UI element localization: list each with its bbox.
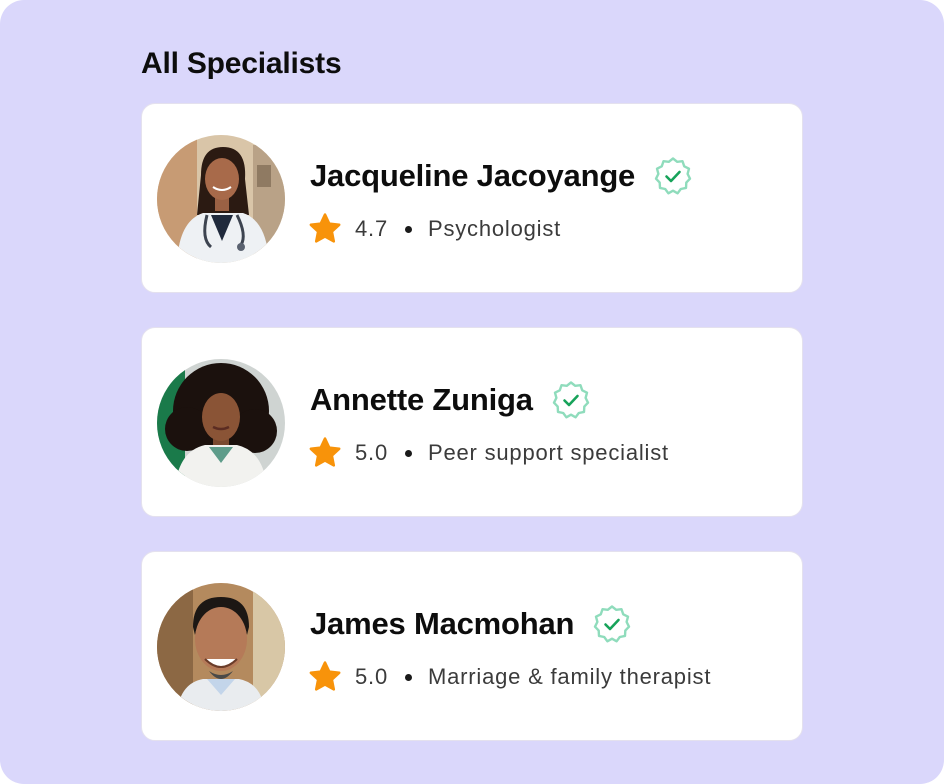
rating-value: 5.0 (355, 440, 388, 465)
name-row: James Macmohan (310, 604, 632, 644)
specialist-role: Peer support specialist (427, 440, 669, 465)
specialist-card[interactable]: Annette Zuniga 5.0 Peer support speciali… (141, 327, 803, 517)
star-icon (308, 212, 342, 246)
specialist-name: James Macmohan (310, 606, 575, 641)
name-row: Jacqueline Jacoyange (310, 156, 693, 196)
rating-value: 4.7 (355, 216, 388, 241)
separator-dot (404, 225, 412, 233)
verified-badge-icon (551, 380, 591, 420)
separator-dot (404, 673, 412, 681)
verified-badge-icon (592, 604, 632, 644)
separator-dot (404, 449, 412, 457)
specialist-name: Jacqueline Jacoyange (310, 158, 636, 193)
star-icon (308, 436, 342, 470)
verified-badge-icon (653, 156, 693, 196)
avatar (157, 359, 285, 487)
specialist-card[interactable]: Jacqueline Jacoyange 4.7 Psychologist (141, 103, 803, 293)
specialist-name: Annette Zuniga (310, 382, 533, 417)
specialists-panel: All Specialists Jacqueline Jacoyange 4.7… (0, 0, 944, 784)
meta-row: 5.0 Peer support specialist (308, 435, 669, 471)
name-row: Annette Zuniga (310, 380, 591, 420)
avatar (157, 135, 285, 263)
avatar (157, 583, 285, 711)
section-title: All Specialists (141, 47, 342, 80)
specialist-role: Marriage & family therapist (427, 664, 712, 689)
meta-row: 4.7 Psychologist (308, 211, 561, 247)
meta-row: 5.0 Marriage & family therapist (308, 659, 711, 695)
specialist-card[interactable]: James Macmohan 5.0 Marriage & family the… (141, 551, 803, 741)
star-icon (308, 660, 342, 694)
rating-value: 5.0 (355, 664, 388, 689)
specialist-role: Psychologist (427, 216, 562, 241)
